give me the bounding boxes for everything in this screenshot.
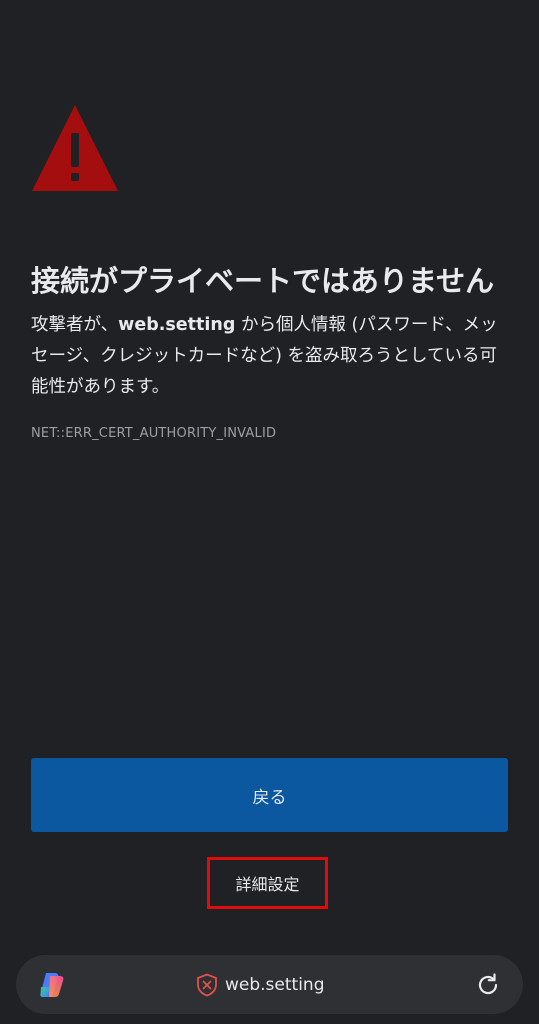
reload-icon[interactable] — [475, 972, 501, 998]
error-page: 接続がプライベートではありません 攻撃者が、web.setting から個人情報… — [0, 0, 539, 1024]
error-code: NET::ERR_CERT_AUTHORITY_INVALID — [31, 426, 277, 441]
address-bar[interactable]: web.setting — [16, 955, 523, 1014]
url-display[interactable]: web.setting — [196, 955, 325, 1014]
highlight-box — [207, 857, 328, 909]
error-description: 攻撃者が、web.setting から個人情報 (パスワード、メッセージ、クレジ… — [31, 310, 511, 403]
page-title: 接続がプライベートではありません — [31, 264, 495, 298]
not-secure-shield-icon[interactable] — [196, 973, 218, 997]
back-button[interactable]: 戻る — [31, 758, 508, 832]
copilot-icon[interactable] — [37, 970, 67, 1000]
description-prefix: 攻撃者が、 — [31, 315, 119, 335]
url-text[interactable]: web.setting — [225, 975, 325, 995]
warning-triangle-icon — [32, 105, 118, 191]
description-host: web.setting — [118, 315, 236, 335]
